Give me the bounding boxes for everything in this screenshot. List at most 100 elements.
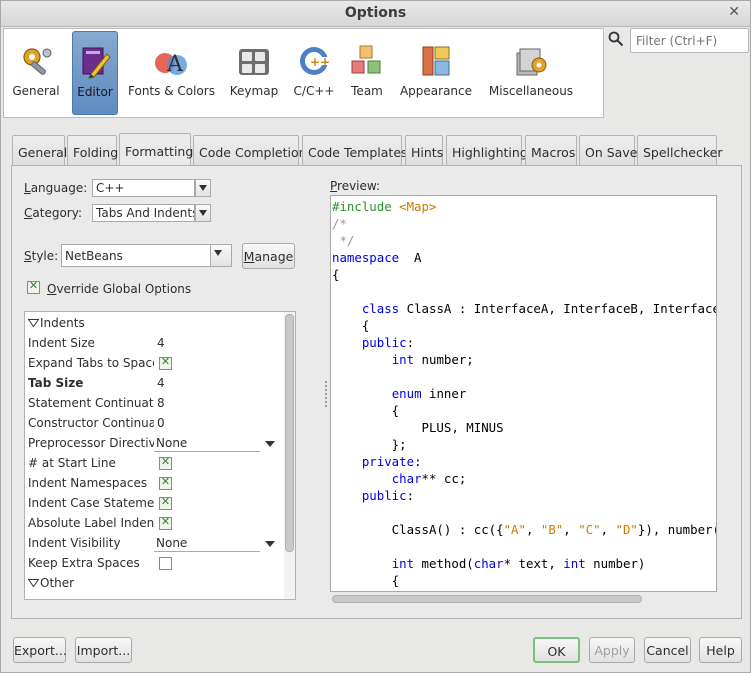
code-token: namespace: [332, 250, 400, 265]
code-token: */: [332, 233, 355, 248]
code-line: char** cc;: [332, 470, 716, 487]
property-value[interactable]: 4: [157, 336, 165, 350]
tab-general[interactable]: General: [12, 135, 67, 166]
property-row[interactable]: Expand Tabs to Spaces: [25, 353, 283, 373]
miscellaneous-icon: [516, 48, 547, 76]
property-name: Indent Size: [28, 336, 95, 350]
code-token: ,: [563, 522, 579, 537]
code-token: private: [361, 454, 415, 469]
style-select[interactable]: NetBeans: [61, 244, 211, 267]
style-dropdown-button[interactable]: [210, 244, 232, 267]
manage-button[interactable]: Manage: [242, 243, 295, 269]
filter-input[interactable]: [630, 28, 749, 53]
property-scrollbar-thumb[interactable]: [285, 314, 294, 552]
property-value[interactable]: 8: [157, 396, 165, 410]
code-line: int method(char* text, int number): [332, 555, 716, 572]
code-token: PLUS, MINUS: [332, 420, 504, 435]
ok-button[interactable]: OK: [533, 637, 580, 663]
language-dropdown-button[interactable]: [195, 179, 211, 197]
close-icon[interactable]: ✕: [728, 4, 740, 20]
tab-hints[interactable]: Hints: [405, 135, 443, 166]
category-label: General: [12, 84, 60, 98]
help-button[interactable]: Help: [699, 637, 742, 663]
property-checkbox[interactable]: [159, 355, 172, 370]
code-line: {: [332, 572, 716, 589]
tab-macros[interactable]: Macros: [525, 135, 577, 166]
language-select[interactable]: C++: [92, 179, 195, 197]
style-label: Style:: [24, 249, 59, 263]
code-token: * text,: [503, 556, 564, 571]
property-row[interactable]: Statement Continuation Indent8: [25, 393, 283, 413]
group-other-header[interactable]: Other: [25, 573, 283, 593]
search-icon: [608, 31, 624, 47]
category-team[interactable]: Team: [346, 31, 388, 115]
property-row[interactable]: Constructor Continuation Indent0: [25, 413, 283, 433]
property-checkbox[interactable]: [159, 495, 172, 510]
team-cubes-icon: [351, 45, 381, 74]
property-row[interactable]: # at Start Line: [25, 453, 283, 473]
cancel-button[interactable]: Cancel: [644, 637, 691, 663]
code-token: };: [332, 437, 407, 452]
preview-horizontal-scrollbar[interactable]: [330, 593, 717, 605]
code-line: {: [332, 266, 716, 283]
property-scrollbar[interactable]: [284, 312, 295, 599]
category-cpp[interactable]: ++ C/C++: [292, 31, 336, 115]
category-label: Team: [351, 84, 383, 98]
property-checkbox[interactable]: [159, 475, 172, 490]
property-name: Preprocessor Directive Indent: [28, 436, 154, 450]
category-miscellaneous[interactable]: Miscellaneous: [488, 31, 574, 115]
category-appearance[interactable]: Appearance: [399, 31, 473, 115]
property-select[interactable]: None: [154, 434, 260, 452]
code-token: int: [391, 556, 415, 571]
property-row[interactable]: Tab Size 4: [25, 373, 283, 393]
property-checkbox[interactable]: [159, 515, 172, 530]
chevron-down-icon[interactable]: [265, 441, 275, 447]
tab-code-templates[interactable]: Code Templates: [302, 135, 408, 166]
category-dropdown-button[interactable]: [195, 204, 211, 222]
category-select[interactable]: Tabs And Indents: [92, 204, 195, 222]
property-name: Tab Size: [28, 376, 84, 390]
property-checkbox[interactable]: [159, 455, 172, 470]
category-general[interactable]: General: [6, 31, 66, 115]
code-line: int number;: [332, 351, 716, 368]
tab-highlighting[interactable]: Highlighting: [446, 135, 528, 166]
code-token: char: [391, 471, 422, 486]
category-fonts-colors[interactable]: A Fonts & Colors: [128, 31, 215, 115]
property-row[interactable]: Indent Size 4: [25, 333, 283, 353]
code-line: {: [332, 402, 716, 419]
property-name: Indent Visibility: [28, 536, 121, 550]
group-indents-header[interactable]: Indents: [25, 313, 283, 333]
property-select[interactable]: None: [154, 534, 260, 552]
import-button[interactable]: Import...: [75, 637, 132, 663]
tab-folding[interactable]: Folding: [67, 135, 118, 166]
category-keymap[interactable]: Keymap: [226, 31, 282, 115]
chevron-down-icon[interactable]: [265, 541, 275, 547]
property-row[interactable]: Indent Namespaces: [25, 473, 283, 493]
apply-button[interactable]: Apply: [589, 637, 635, 663]
tab-code-completion[interactable]: Code Completion: [193, 135, 307, 166]
property-row[interactable]: Keep Extra Spaces: [25, 553, 283, 573]
export-button[interactable]: Export...: [13, 637, 67, 663]
code-token: "C": [578, 522, 601, 537]
override-global-options-checkbox[interactable]: [27, 279, 40, 294]
tab-on-save[interactable]: On Save: [579, 135, 637, 166]
tab-spellchecker[interactable]: Spellchecker: [637, 135, 723, 166]
split-pane-divider[interactable]: [325, 381, 328, 407]
property-row[interactable]: Indent Visibility None: [25, 533, 283, 553]
preview-vertical-scrollbar[interactable]: [716, 196, 717, 592]
property-row[interactable]: Preprocessor Directive IndentNone: [25, 433, 283, 453]
preview-hscroll-thumb[interactable]: [332, 595, 642, 603]
property-row[interactable]: Absolute Label Indentation: [25, 513, 283, 533]
category-label: Keymap: [229, 84, 279, 98]
property-value[interactable]: 0: [157, 416, 165, 430]
category-editor[interactable]: Editor: [72, 31, 118, 115]
property-row[interactable]: Indent Case Statements in Switch: [25, 493, 283, 513]
property-value[interactable]: 4: [157, 376, 165, 390]
code-token: <Map>: [399, 199, 437, 214]
code-preview[interactable]: #include <Map>/* */namespace A{ class Cl…: [330, 195, 717, 592]
property-checkbox[interactable]: [159, 557, 172, 570]
tab-formatting[interactable]: Formatting: [119, 133, 193, 166]
